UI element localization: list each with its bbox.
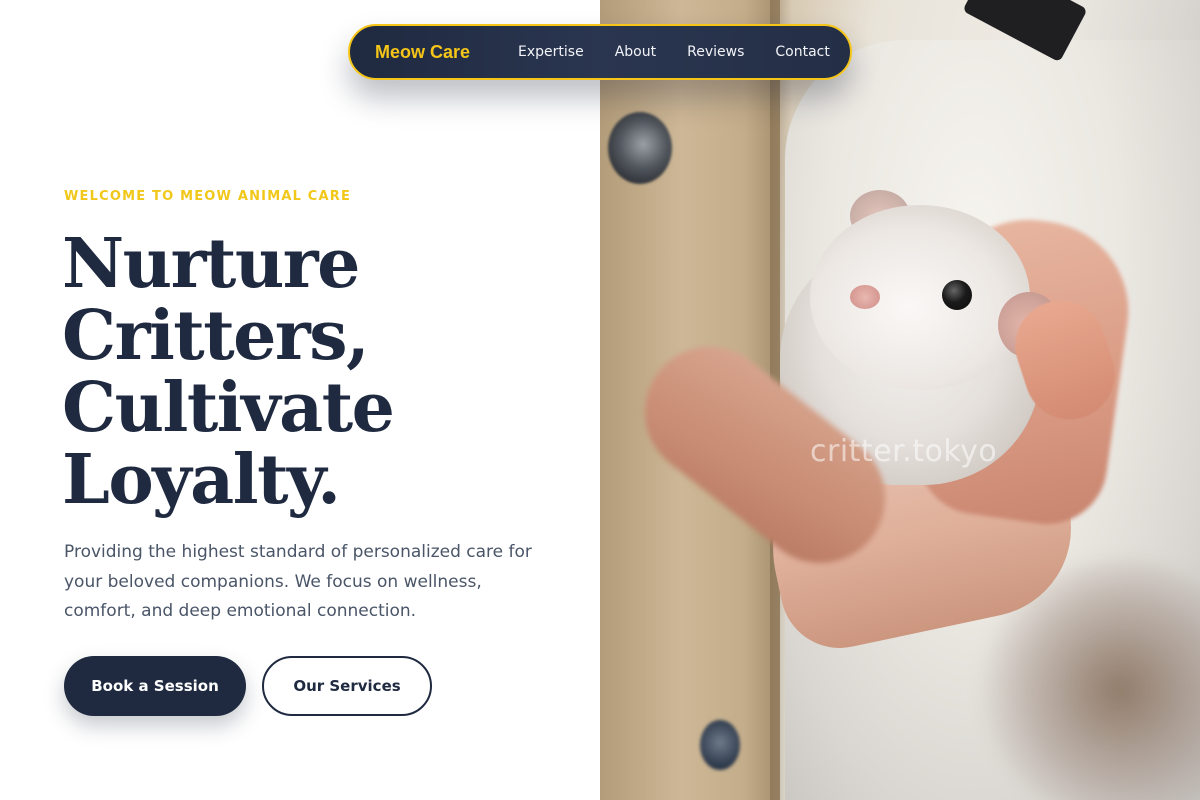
hamster-head (810, 205, 1030, 390)
main-nav: Meow Care Expertise About Reviews Contac… (348, 24, 852, 80)
photo-watermark: critter.tokyo (810, 434, 998, 469)
hero-description: Providing the highest standard of person… (64, 542, 532, 621)
headline-line-1: Nurture (62, 224, 360, 304)
nav-links: Expertise About Reviews Contact (518, 44, 830, 60)
hero-photo: critter.tokyo (600, 0, 1200, 800)
nav-link-about[interactable]: About (615, 44, 656, 60)
hero-headline: Nurture Critters, Cultivate Loyalty. (62, 228, 582, 516)
nav-link-reviews[interactable]: Reviews (687, 44, 744, 60)
coat-button (608, 112, 672, 184)
our-services-button[interactable]: Our Services (262, 656, 432, 716)
coat-button-lower (700, 720, 740, 770)
book-session-button[interactable]: Book a Session (64, 656, 246, 716)
brand-logo[interactable]: Meow Care (375, 42, 470, 63)
hamster-eye (942, 280, 972, 310)
nav-link-contact[interactable]: Contact (775, 44, 829, 60)
headline-line-4: Loyalty. (62, 440, 341, 520)
headline-line-3: Cultivate (62, 368, 395, 448)
hero-eyebrow: WELCOME TO MEOW ANIMAL CARE (64, 189, 352, 204)
nav-link-expertise[interactable]: Expertise (518, 44, 584, 60)
hamster-nose (850, 285, 880, 309)
headline-line-2: Critters, (62, 296, 370, 376)
